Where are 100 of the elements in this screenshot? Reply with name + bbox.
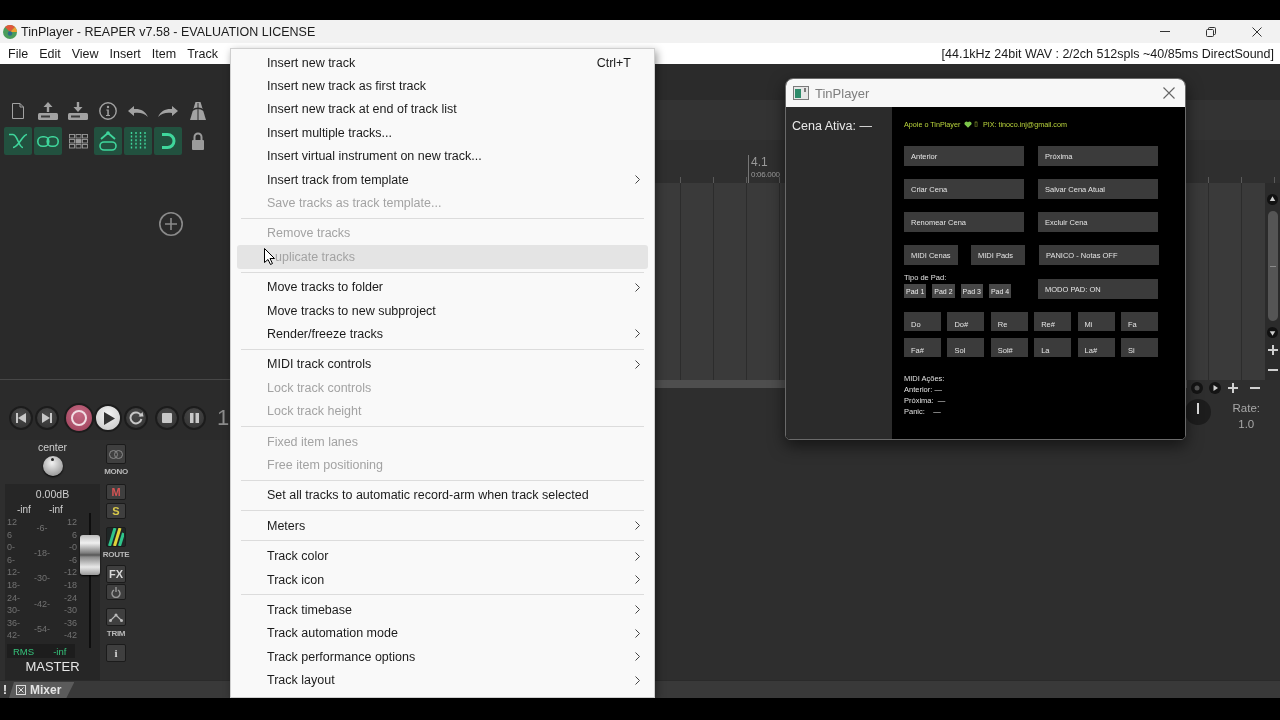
skip-forward-button[interactable] (35, 406, 59, 430)
menu-item[interactable]: Track performance options (237, 645, 648, 669)
plus-icon[interactable] (1267, 345, 1278, 355)
plus-icon[interactable] (1228, 382, 1238, 393)
menu-item[interactable]: Insert virtual instrument on new track... (237, 144, 648, 168)
menu-item[interactable]: Meters (237, 514, 648, 538)
menu-item[interactable]: Track (187, 46, 218, 61)
meter-scale-label: -30- (33, 572, 51, 586)
active-scene-label: Cena Ativa: — (792, 119, 872, 133)
fx-button[interactable]: FX (106, 565, 126, 583)
menu-item[interactable]: Insert new track at end of track list (237, 97, 648, 122)
power-icon (111, 586, 121, 598)
menu-item[interactable]: Track color (237, 544, 648, 568)
minus-icon[interactable] (1250, 386, 1260, 389)
chevron-right-icon (635, 551, 640, 561)
pan-knob[interactable] (42, 456, 63, 476)
scrollbar-thumb[interactable] (1267, 211, 1278, 321)
stop-button[interactable] (155, 406, 179, 430)
play-button[interactable] (94, 404, 122, 432)
logo-icon (3, 24, 17, 39)
metronome-icon[interactable] (190, 102, 206, 120)
menu-item[interactable]: Track icon (237, 567, 648, 592)
chevron-right-icon (635, 628, 640, 638)
down-circle-icon[interactable] (1267, 327, 1278, 338)
pause-button[interactable] (182, 406, 206, 430)
menu-item[interactable]: Insert new track Ctrl+T (237, 51, 648, 75)
menu-item[interactable]: Render/freeze tracks (237, 322, 648, 346)
circle-icon[interactable] (1191, 381, 1203, 394)
envelope-toggle[interactable] (94, 127, 122, 155)
meter-scale-label: 18- (7, 578, 21, 592)
rate-knob[interactable] (1184, 399, 1211, 425)
peak-readout: -inf (17, 504, 31, 516)
power-button[interactable] (106, 584, 126, 600)
menu-item[interactable]: Insert new track as first track (237, 74, 648, 98)
info-icon[interactable] (99, 102, 117, 120)
document-icon[interactable] (12, 103, 24, 119)
close-icon[interactable] (1252, 26, 1262, 37)
menu-item[interactable]: Insert multiple tracks... (237, 121, 648, 145)
up-circle-icon[interactable] (1267, 194, 1278, 205)
meter-scale-label: -42 (63, 629, 77, 642)
menu-item[interactable]: Set all tracks to automatic record-arm when track selected (237, 483, 648, 508)
envelope-icon (99, 131, 117, 151)
close-icon[interactable] (1163, 87, 1175, 99)
meter-scale-label: -6 (68, 553, 77, 567)
menu-item[interactable]: Insert track from template (237, 167, 648, 192)
link-icon (37, 135, 59, 147)
record-button[interactable] (64, 403, 94, 433)
snap-toggle[interactable] (154, 127, 182, 155)
menu-item[interactable]: Track timebase (237, 598, 648, 622)
menu-item[interactable]: MIDI track controls (237, 352, 648, 377)
meter-scale-label: 6- (7, 553, 16, 567)
play-icon (103, 411, 115, 425)
repeat-icon (128, 411, 144, 425)
rate-value: 1.0 (1238, 417, 1255, 432)
solo-button[interactable]: S (106, 503, 126, 519)
meter-scale-label: 42- (7, 629, 21, 642)
restore-icon[interactable] (1206, 26, 1216, 37)
grid-lines-toggle[interactable] (124, 127, 152, 155)
menu-item[interactable]: Item (151, 46, 177, 61)
rate-label: Rate: (1232, 401, 1260, 416)
button-caption: TRIM (106, 629, 126, 638)
menu-item[interactable]: Track layout (237, 668, 648, 692)
fader-handle[interactable] (80, 534, 100, 575)
dock-tab[interactable]: Mixer (9, 682, 75, 698)
chevron-right-icon (635, 282, 640, 292)
dotted-lines-icon (129, 132, 147, 150)
chevron-right-icon (635, 675, 640, 685)
undo-icon[interactable] (128, 105, 148, 117)
chevron-right-icon (635, 329, 640, 339)
play-circle-icon[interactable] (1209, 381, 1221, 394)
info-button[interactable]: i (106, 644, 126, 662)
menu-item[interactable]: View (71, 46, 99, 61)
chevron-right-icon (635, 521, 640, 531)
record-icon (71, 410, 87, 426)
meter-scale-label: -24 (63, 591, 77, 605)
menu-item[interactable]: Move tracks to new subproject (237, 298, 648, 323)
chevron-right-icon (635, 652, 640, 662)
menu-item[interactable]: File (8, 46, 29, 61)
link-toggle[interactable] (34, 127, 62, 155)
mono-button[interactable] (106, 444, 126, 464)
plus-circle-icon[interactable] (159, 212, 183, 236)
lock-icon (191, 132, 205, 150)
menu-item[interactable]: Edit (39, 46, 61, 61)
meter-scale-label: 24- (7, 591, 21, 605)
minus-icon[interactable] (1267, 369, 1278, 371)
menu-item[interactable]: Insert (109, 46, 141, 61)
route-button[interactable] (106, 527, 126, 547)
meter-scale-label: 30- (7, 604, 21, 617)
redo-icon[interactable] (158, 105, 178, 117)
crossfade-toggle[interactable] (4, 127, 32, 155)
download-icon[interactable] (68, 102, 88, 120)
diagonal-stripes-icon (108, 528, 124, 546)
skip-back-button[interactable] (9, 406, 33, 430)
menu-item[interactable]: Track automation mode (237, 621, 648, 645)
meter-scale-label: 12- (7, 566, 21, 579)
upload-icon[interactable] (38, 102, 58, 120)
menu-item[interactable]: Move tracks to folder (237, 275, 648, 299)
repeat-button[interactable] (124, 406, 148, 430)
meter-scale-label: 6 (71, 528, 77, 542)
trim-button[interactable] (106, 608, 126, 626)
